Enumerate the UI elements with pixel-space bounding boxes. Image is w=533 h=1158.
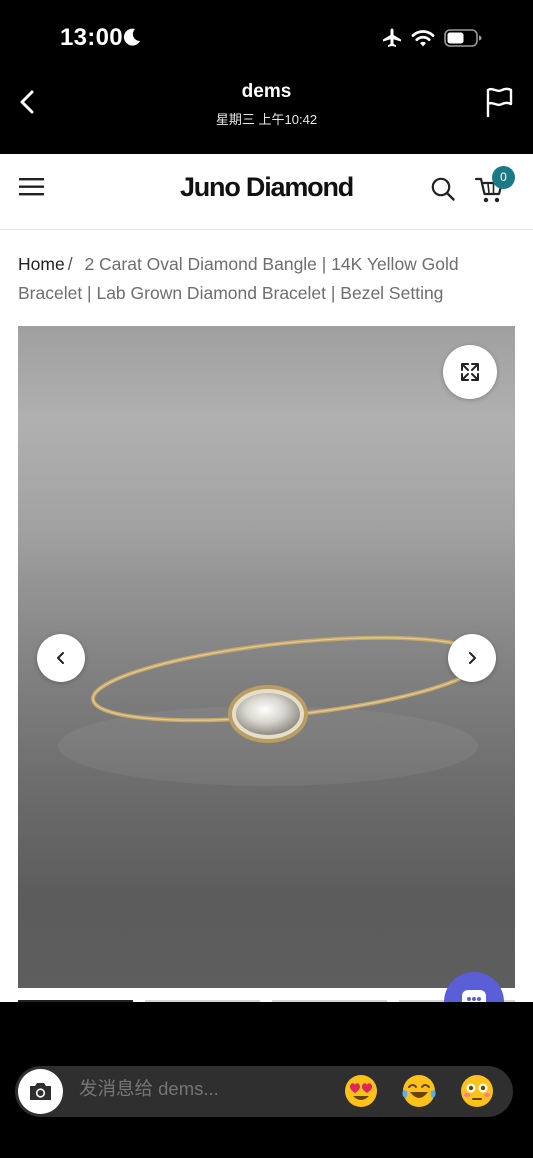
camera-button[interactable] (18, 1069, 63, 1114)
chat-icon (462, 990, 486, 1002)
bracelet-photo (18, 326, 515, 988)
chat-contact-name[interactable]: dems (0, 81, 533, 103)
flushed-emoji[interactable] (459, 1073, 495, 1109)
next-image-button[interactable] (448, 634, 496, 682)
chat-header: dems 星期三 上午10:42 (0, 72, 533, 154)
breadcrumb-home-link[interactable]: Home (18, 254, 65, 274)
wifi-icon (411, 30, 435, 47)
search-icon[interactable] (430, 176, 456, 202)
battery-icon (444, 29, 482, 47)
breadcrumb: Home/ 2 Carat Oval Diamond Bangle | 14K … (18, 250, 508, 308)
chevron-right-icon (469, 652, 476, 664)
chat-timestamp: 星期三 上午10:42 (215, 112, 318, 127)
breadcrumb-current: 2 Carat Oval Diamond Bangle | 14K Yellow… (18, 254, 459, 303)
thumbnail-strip (18, 1000, 515, 1002)
thumbnail[interactable] (272, 1000, 387, 1002)
status-bar: 13:00 (0, 0, 533, 72)
camera-icon (30, 1083, 51, 1100)
laughing-emoji[interactable] (401, 1073, 437, 1109)
cart-count-badge[interactable]: 0 (492, 166, 515, 189)
breadcrumb-separator: / (67, 254, 73, 274)
product-image[interactable] (18, 326, 515, 988)
message-bar (15, 1066, 513, 1117)
status-time: 13:00 (60, 24, 123, 51)
thumbnail[interactable] (145, 1000, 260, 1002)
chevron-left-icon (57, 652, 64, 664)
expand-icon (461, 363, 479, 381)
thumbnail[interactable] (18, 1000, 133, 1002)
flag-icon[interactable] (484, 86, 514, 118)
message-input[interactable] (79, 1078, 329, 1100)
zoom-button[interactable] (443, 345, 497, 399)
heart-eyes-emoji[interactable] (343, 1073, 379, 1109)
previous-image-button[interactable] (37, 634, 85, 682)
site-header: Juno Diamond 0 (0, 154, 533, 230)
webpage-view: Juno Diamond 0 Home/ 2 Carat Oval Diamon… (0, 154, 533, 1002)
airplane-icon (383, 28, 401, 47)
moon-icon (123, 28, 140, 46)
